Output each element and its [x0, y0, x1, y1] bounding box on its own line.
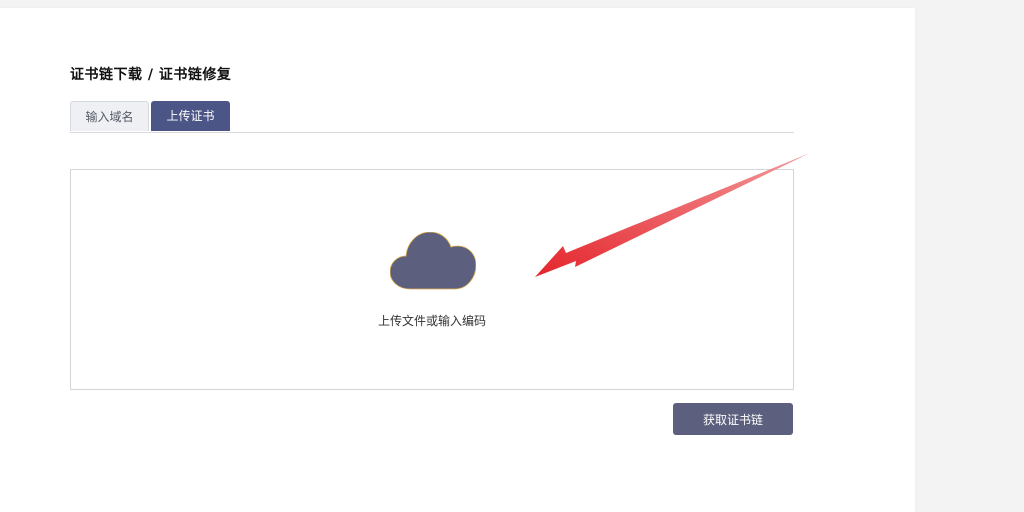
get-chain-button[interactable]: 获取证书链: [673, 403, 793, 435]
tab-bar: 输入域名 上传证书: [70, 101, 794, 133]
page-title: 证书链下载 / 证书链修复: [70, 67, 232, 83]
cloud-icon: [390, 232, 476, 290]
annotation-arrow-icon: [535, 153, 810, 277]
upload-instruction: 上传文件或输入编码: [377, 314, 486, 328]
tab-upload-certificate[interactable]: 上传证书: [151, 101, 230, 131]
tab-enter-domain[interactable]: 输入域名: [70, 101, 149, 131]
